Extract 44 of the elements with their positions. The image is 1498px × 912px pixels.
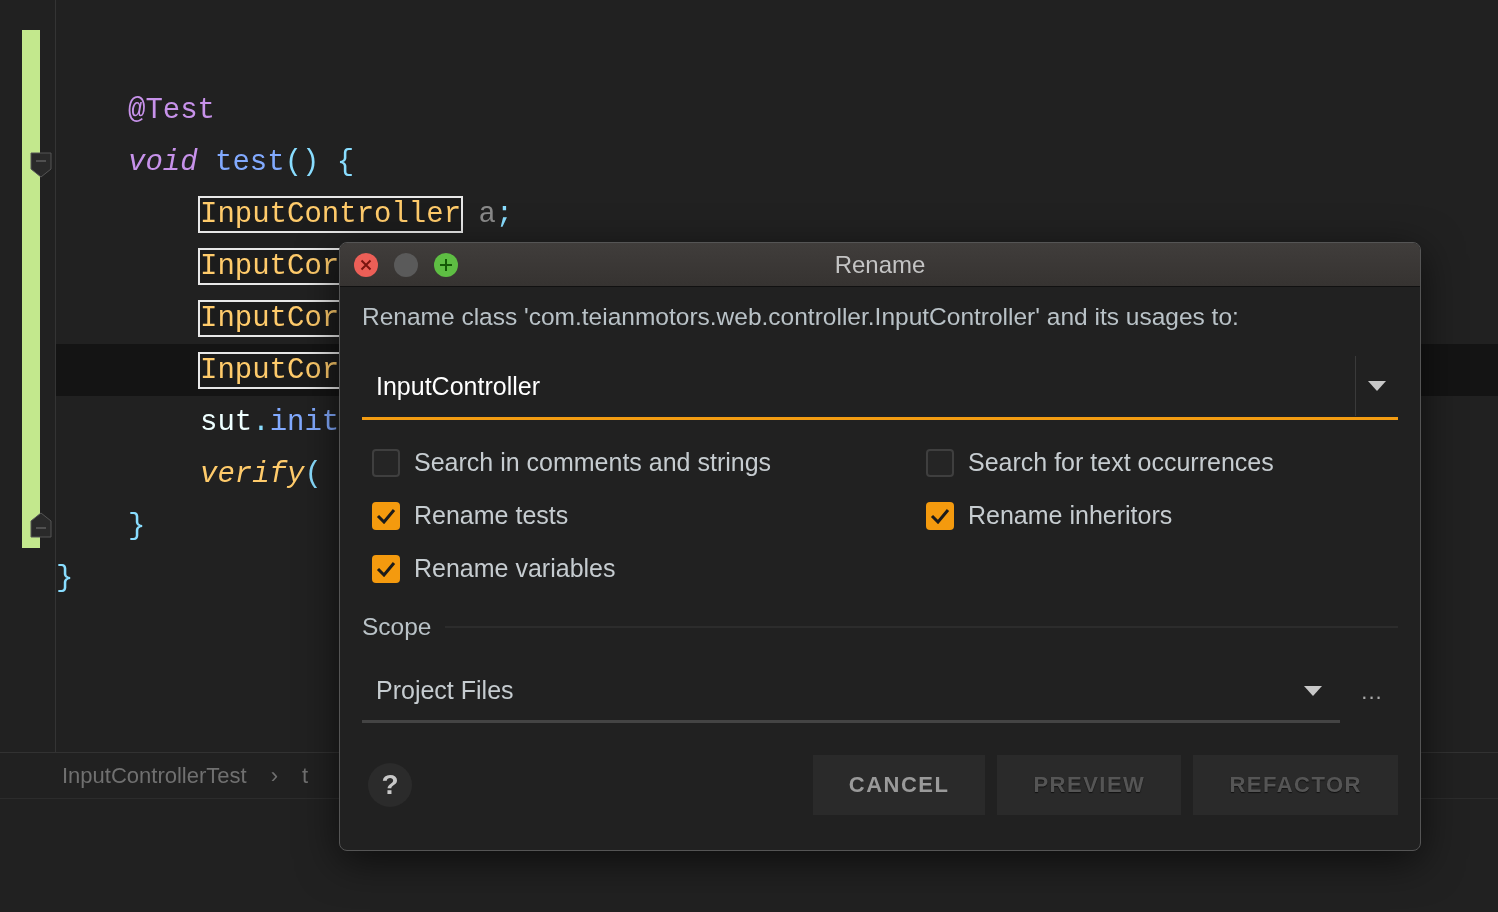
code-token: void — [128, 145, 198, 179]
plus-icon[interactable] — [434, 253, 458, 277]
option-label[interactable]: Rename variables — [414, 554, 616, 583]
highlighted-usage: InputCor — [200, 353, 340, 387]
highlighted-usage: InputCor — [200, 249, 340, 283]
code-token: init — [269, 405, 340, 439]
option-label[interactable]: Search in comments and strings — [414, 448, 772, 477]
option-label[interactable]: Search for text occurrences — [968, 448, 1274, 477]
code-token: } — [128, 509, 146, 543]
fold-icon[interactable] — [30, 512, 52, 538]
check-icon — [376, 507, 396, 524]
checkbox[interactable] — [372, 448, 400, 477]
option-label[interactable]: Rename tests — [414, 501, 569, 530]
checkbox[interactable] — [372, 554, 400, 583]
caret-icon — [1304, 685, 1322, 696]
help-button[interactable]: ? — [368, 763, 412, 807]
scope-dropdown[interactable]: Project Files — [362, 661, 1340, 723]
code-token: } — [56, 561, 74, 595]
code-token: sut — [200, 405, 253, 439]
code-token: ( — [304, 457, 322, 491]
code-token: . — [252, 405, 270, 439]
checkbox[interactable] — [926, 501, 954, 530]
code-token: a — [477, 197, 496, 231]
code-token: () { — [284, 145, 355, 179]
code-token: test — [215, 145, 285, 179]
dialog-title: Rename — [834, 250, 926, 279]
rename-message: Rename class 'com.teianmotors.web.controller.InputController' and its usages to: — [362, 303, 1240, 331]
cancel-button[interactable]: CANCEL — [812, 755, 986, 815]
code-token: @Test — [128, 93, 215, 127]
scope-label: Scope — [362, 613, 432, 641]
check-icon — [930, 507, 950, 524]
caret-icon — [1368, 381, 1386, 391]
highlighted-usage: InputCor — [200, 301, 340, 335]
checkbox[interactable] — [372, 501, 400, 530]
more-button[interactable]: ... — [1350, 678, 1394, 706]
check-icon — [376, 560, 396, 577]
close-icon[interactable] — [354, 253, 378, 277]
code-token: verify — [200, 457, 305, 491]
name-field[interactable]: InputController — [362, 356, 1355, 416]
fold-icon[interactable] — [30, 152, 52, 178]
highlighted-usage: InputController — [200, 197, 462, 231]
option-label[interactable]: Rename inheritors — [968, 501, 1173, 530]
code-token: ; — [495, 197, 514, 231]
checkbox[interactable] — [926, 448, 954, 477]
